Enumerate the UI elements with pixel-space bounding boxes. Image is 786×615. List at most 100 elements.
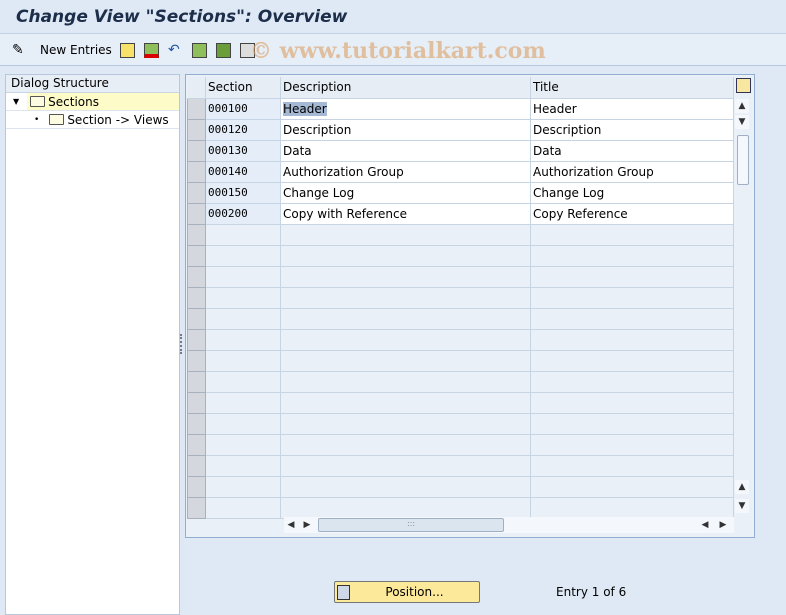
cell-description: [280, 455, 531, 477]
row-selector[interactable]: [187, 160, 206, 183]
tree-item-sections[interactable]: ▼ Sections: [6, 93, 179, 111]
new-entries-button[interactable]: New Entries: [40, 41, 112, 59]
position-label: Position...: [385, 585, 444, 599]
cell-section: [205, 455, 281, 477]
cell-title: [530, 371, 734, 393]
cell-description: [280, 287, 531, 309]
row-selector[interactable]: [187, 265, 206, 288]
scroll-down-icon[interactable]: ▼: [735, 115, 749, 129]
cell-section: [205, 434, 281, 456]
position-button[interactable]: Position...: [334, 581, 480, 603]
vertical-scroll-thumb[interactable]: [737, 135, 749, 185]
cell-description: [280, 476, 531, 498]
column-header-section[interactable]: Section: [205, 77, 281, 99]
cell-title[interactable]: Header: [530, 98, 734, 120]
row-selector[interactable]: [187, 370, 206, 393]
expand-arrow-icon[interactable]: ▼: [13, 97, 19, 106]
column-settings-icon[interactable]: [736, 78, 751, 93]
scroll-page-down-icon[interactable]: ▼: [735, 499, 749, 513]
table-row[interactable]: 000100 Header Header: [187, 97, 734, 120]
cell-title: [530, 266, 734, 288]
row-selector[interactable]: [187, 454, 206, 477]
row-selector[interactable]: [187, 223, 206, 246]
cell-title[interactable]: Copy Reference: [530, 203, 734, 225]
delete-button[interactable]: [144, 41, 159, 59]
horizontal-scrollbar[interactable]: ◀ ▶ ::: ◀ ▶: [284, 517, 734, 533]
column-header-description[interactable]: Description: [280, 77, 531, 99]
empty-row: [187, 328, 734, 351]
scroll-up-icon[interactable]: ▲: [735, 99, 749, 113]
dialog-structure-header: Dialog Structure: [6, 75, 179, 93]
cell-title[interactable]: Change Log: [530, 182, 734, 204]
cell-description: [280, 497, 531, 519]
table-row[interactable]: 000200 Copy with Reference Copy Referenc…: [187, 202, 734, 225]
row-selector[interactable]: [187, 391, 206, 414]
splitter-handle[interactable]: [180, 334, 183, 354]
cell-section: [205, 350, 281, 372]
select-all-button[interactable]: [192, 41, 207, 59]
cell-section: 000200: [205, 203, 281, 225]
cell-title: [530, 392, 734, 414]
scroll-right-icon[interactable]: ▶: [300, 518, 314, 532]
empty-row: [187, 349, 734, 372]
cell-title[interactable]: Data: [530, 140, 734, 162]
cell-description: [280, 350, 531, 372]
row-selector[interactable]: [187, 412, 206, 435]
cell-description[interactable]: Copy with Reference: [280, 203, 531, 225]
toolbar: ✎ New Entries ↶ © www.tutorialkart.com: [0, 34, 786, 66]
row-selector[interactable]: [187, 433, 206, 456]
position-icon: [337, 584, 350, 600]
copy-button[interactable]: [120, 41, 135, 59]
row-selector[interactable]: [187, 97, 206, 120]
column-header-title[interactable]: Title: [530, 77, 734, 99]
cell-description[interactable]: Data: [280, 140, 531, 162]
table-row[interactable]: 000120 Description Description: [187, 118, 734, 141]
table-row[interactable]: 000140 Authorization Group Authorization…: [187, 160, 734, 183]
cell-description[interactable]: Change Log: [280, 182, 531, 204]
table-header: Section Description Title: [187, 77, 734, 99]
cell-section: [205, 371, 281, 393]
row-selector[interactable]: [187, 202, 206, 225]
select-block-button[interactable]: [216, 41, 231, 59]
cell-description: [280, 308, 531, 330]
display-change-button[interactable]: ✎: [12, 41, 24, 59]
row-selector[interactable]: [187, 139, 206, 162]
cell-title[interactable]: Description: [530, 119, 734, 141]
cell-section: 000120: [205, 119, 281, 141]
horizontal-scroll-thumb[interactable]: :::: [318, 518, 504, 532]
empty-row: [187, 307, 734, 330]
cell-description[interactable]: Description: [280, 119, 531, 141]
cell-title: [530, 497, 734, 519]
undo-button[interactable]: ↶: [168, 41, 180, 59]
cell-title[interactable]: Authorization Group: [530, 161, 734, 183]
sections-table: Section Description Title 000100 Header …: [185, 74, 755, 538]
row-selector[interactable]: [187, 244, 206, 267]
row-selector[interactable]: [187, 118, 206, 141]
row-selector[interactable]: [187, 328, 206, 351]
row-selector[interactable]: [187, 475, 206, 498]
row-selector[interactable]: [187, 349, 206, 372]
row-selector[interactable]: [187, 307, 206, 330]
row-selector[interactable]: [187, 496, 206, 519]
scroll-right-end-icon[interactable]: ▶: [716, 518, 730, 532]
row-selector[interactable]: [187, 286, 206, 309]
row-selector[interactable]: [187, 181, 206, 204]
cell-description[interactable]: Header: [280, 98, 531, 120]
empty-row: [187, 454, 734, 477]
table-row[interactable]: 000150 Change Log Change Log: [187, 181, 734, 204]
empty-row: [187, 496, 734, 519]
cell-description: [280, 434, 531, 456]
table-row[interactable]: 000130 Data Data: [187, 139, 734, 162]
cell-section: 000130: [205, 140, 281, 162]
scroll-left-end-icon[interactable]: ◀: [698, 518, 712, 532]
select-all-cell[interactable]: [187, 77, 206, 99]
select-block-icon: [216, 42, 231, 58]
scroll-page-up-icon[interactable]: ▲: [735, 480, 749, 494]
tree-item-section-views[interactable]: • Section -> Views: [6, 111, 179, 129]
cell-description[interactable]: Authorization Group: [280, 161, 531, 183]
cell-description: [280, 224, 531, 246]
scroll-left-icon[interactable]: ◀: [284, 518, 298, 532]
vertical-scrollbar[interactable]: ▲ ▼ ▲ ▼: [735, 95, 752, 515]
page-title: Change View "Sections": Overview: [16, 7, 348, 27]
cell-section: [205, 392, 281, 414]
